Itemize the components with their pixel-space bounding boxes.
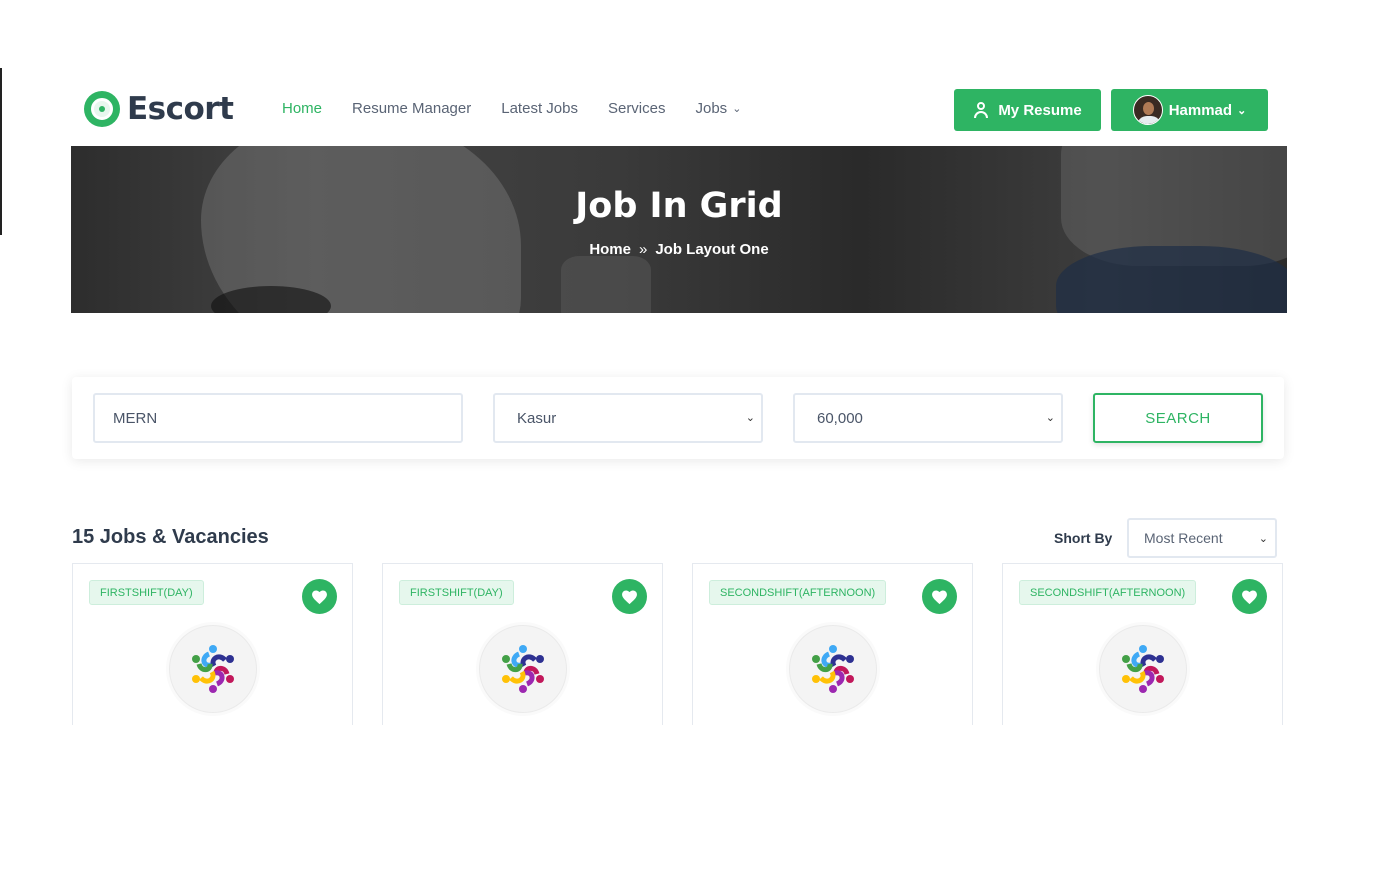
- location-value: Kasur: [517, 409, 557, 427]
- company-logo-icon: [502, 645, 544, 693]
- chevron-down-icon: ⌄: [745, 412, 755, 424]
- shift-badge: FIRSTSHIFT(DAY): [89, 580, 204, 605]
- chevron-down-icon: ⌄: [1258, 533, 1268, 545]
- user-icon: [973, 102, 989, 118]
- job-card[interactable]: FIRSTSHIFT(DAY): [382, 563, 663, 725]
- page-title: Job In Grid: [575, 186, 783, 226]
- nav-jobs[interactable]: Jobs ⌄: [696, 100, 742, 117]
- my-resume-label: My Resume: [998, 101, 1082, 119]
- shift-badge: FIRSTSHIFT(DAY): [399, 580, 514, 605]
- breadcrumb-home[interactable]: Home: [589, 241, 631, 258]
- nav-jobs-label: Jobs: [695, 100, 728, 117]
- company-logo-icon: [812, 645, 854, 693]
- company-logo-icon: [192, 645, 234, 693]
- main-nav: Home Resume Manager Latest Jobs Services…: [282, 100, 741, 117]
- user-name: Hammad: [1168, 101, 1233, 119]
- location-select[interactable]: Kasur ⌄: [493, 393, 763, 443]
- shift-badge: SECONDSHIFT(AFTERNOON): [709, 580, 887, 605]
- chevron-down-icon: ⌄: [1237, 104, 1247, 117]
- my-resume-button[interactable]: My Resume: [954, 89, 1101, 131]
- heart-icon: [1242, 589, 1257, 604]
- avatar: [1132, 95, 1163, 125]
- site-logo[interactable]: Escort: [84, 91, 234, 127]
- job-card[interactable]: FIRSTSHIFT(DAY): [72, 563, 353, 725]
- favorite-button[interactable]: [302, 579, 337, 614]
- job-search-form: MERN Kasur ⌄ 60,000 ⌄ SEARCH: [72, 377, 1284, 459]
- double-chevron-right-icon: »: [639, 241, 648, 258]
- company-logo[interactable]: [1099, 625, 1187, 713]
- results-count: 15 Jobs & Vacancies: [72, 526, 269, 548]
- favorite-button[interactable]: [922, 579, 957, 614]
- salary-value: 60,000: [817, 409, 863, 427]
- page-banner: Job In Grid Home » Job Layout One: [71, 146, 1287, 313]
- heart-icon: [312, 589, 327, 604]
- chevron-down-icon: ⌄: [732, 103, 742, 115]
- company-logo[interactable]: [789, 625, 877, 713]
- user-menu-button[interactable]: Hammad ⌄: [1111, 89, 1268, 131]
- company-logo[interactable]: [479, 625, 567, 713]
- favorite-button[interactable]: [612, 579, 647, 614]
- window-edge: [0, 68, 2, 235]
- keyword-input[interactable]: MERN: [93, 393, 463, 443]
- salary-select[interactable]: 60,000 ⌄: [793, 393, 1063, 443]
- company-logo-icon: [1122, 645, 1164, 693]
- sort-label: Short By: [1054, 530, 1113, 546]
- breadcrumb-current: Job Layout One: [655, 241, 769, 258]
- chevron-down-icon: ⌄: [1045, 412, 1055, 424]
- job-card[interactable]: SECONDSHIFT(AFTERNOON): [1002, 563, 1283, 725]
- logo-icon: [84, 91, 120, 127]
- nav-services[interactable]: Services: [608, 100, 666, 117]
- shift-badge: SECONDSHIFT(AFTERNOON): [1019, 580, 1197, 605]
- heart-icon: [932, 589, 947, 604]
- breadcrumb: Home » Job Layout One: [71, 241, 1287, 258]
- search-button[interactable]: SEARCH: [1093, 393, 1263, 443]
- nav-latest-jobs[interactable]: Latest Jobs: [501, 100, 578, 117]
- site-header: Escort Home Resume Manager Latest Jobs S…: [71, 84, 1287, 136]
- logo-text: Escort: [127, 91, 234, 127]
- sort-value: Most Recent: [1144, 530, 1223, 546]
- sort-select[interactable]: Most Recent ⌄: [1127, 518, 1277, 558]
- job-card[interactable]: SECONDSHIFT(AFTERNOON): [692, 563, 973, 725]
- nav-home[interactable]: Home: [282, 100, 322, 117]
- nav-resume-manager[interactable]: Resume Manager: [352, 100, 471, 117]
- favorite-button[interactable]: [1232, 579, 1267, 614]
- company-logo[interactable]: [169, 625, 257, 713]
- heart-icon: [622, 589, 637, 604]
